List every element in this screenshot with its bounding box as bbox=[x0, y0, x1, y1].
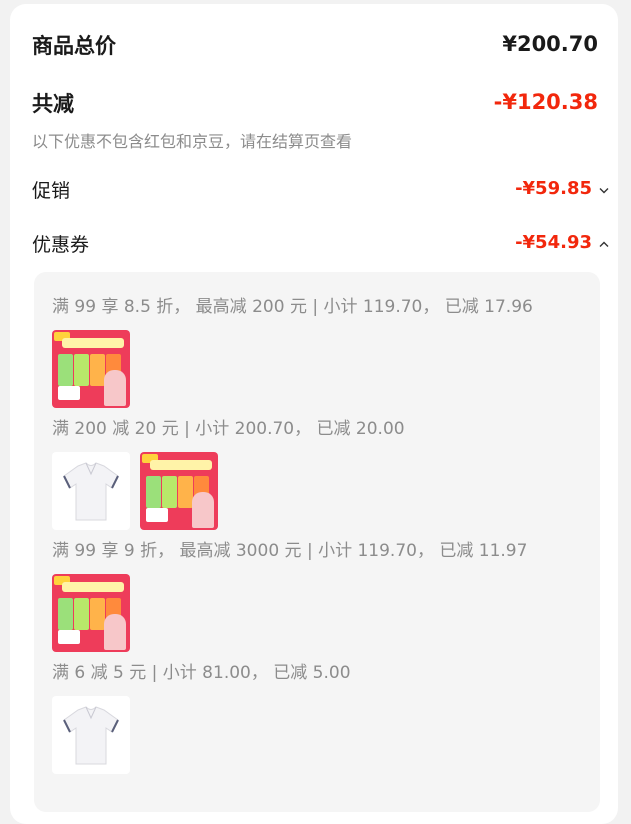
order-summary-card: 商品总价 ¥200.70 共减 -¥120.38 以下优惠不包含红包和京豆，请在… bbox=[10, 4, 618, 824]
coupon-label: 优惠券 bbox=[32, 234, 90, 256]
snack-box-thumbnail[interactable] bbox=[52, 574, 130, 652]
coupon-rule-2: 满 200 减 20 元 | 小计 200.70， 已减 20.00 bbox=[52, 419, 405, 439]
chevron-up-icon[interactable] bbox=[598, 238, 610, 250]
polo-shirt-thumbnail[interactable] bbox=[52, 452, 130, 530]
snack-box-thumbnail[interactable] bbox=[52, 330, 130, 408]
chevron-down-icon[interactable] bbox=[598, 184, 610, 196]
promotion-value: -¥59.85 bbox=[515, 178, 592, 199]
promotion-row[interactable]: 促销 -¥59.85 bbox=[10, 176, 618, 206]
coupon-rule-3: 满 99 享 9 折， 最高减 3000 元 | 小计 119.70， 已减 1… bbox=[52, 541, 528, 561]
snack-box-thumbnail[interactable] bbox=[140, 452, 218, 530]
coupon-rule-4: 满 6 减 5 元 | 小计 81.00， 已减 5.00 bbox=[52, 663, 351, 683]
coupon-value: -¥54.93 bbox=[515, 232, 592, 253]
total-price-label: 商品总价 bbox=[32, 34, 116, 58]
coupon-4-products bbox=[52, 696, 130, 774]
coupon-detail-panel: 满 99 享 8.5 折， 最高减 200 元 | 小计 119.70， 已减 … bbox=[34, 272, 600, 812]
coupon-rule-1: 满 99 享 8.5 折， 最高减 200 元 | 小计 119.70， 已减 … bbox=[52, 297, 533, 317]
total-price-row: 商品总价 ¥200.70 bbox=[10, 30, 618, 62]
promotion-label: 促销 bbox=[32, 180, 71, 202]
total-reduction-row: 共减 -¥120.38 bbox=[10, 88, 618, 122]
coupon-3-products bbox=[52, 574, 130, 652]
polo-shirt-thumbnail[interactable] bbox=[52, 696, 130, 774]
coupon-row[interactable]: 优惠券 -¥54.93 bbox=[10, 230, 618, 260]
discount-note-row: 以下优惠不包含红包和京豆，请在结算页查看 bbox=[10, 128, 618, 152]
coupon-1-products bbox=[52, 330, 130, 408]
total-reduction-value: -¥120.38 bbox=[493, 90, 598, 114]
total-reduction-label: 共减 bbox=[32, 92, 74, 116]
discount-note: 以下优惠不包含红包和京豆，请在结算页查看 bbox=[32, 132, 353, 151]
coupon-2-products bbox=[52, 452, 218, 530]
total-price-value: ¥200.70 bbox=[502, 32, 598, 56]
